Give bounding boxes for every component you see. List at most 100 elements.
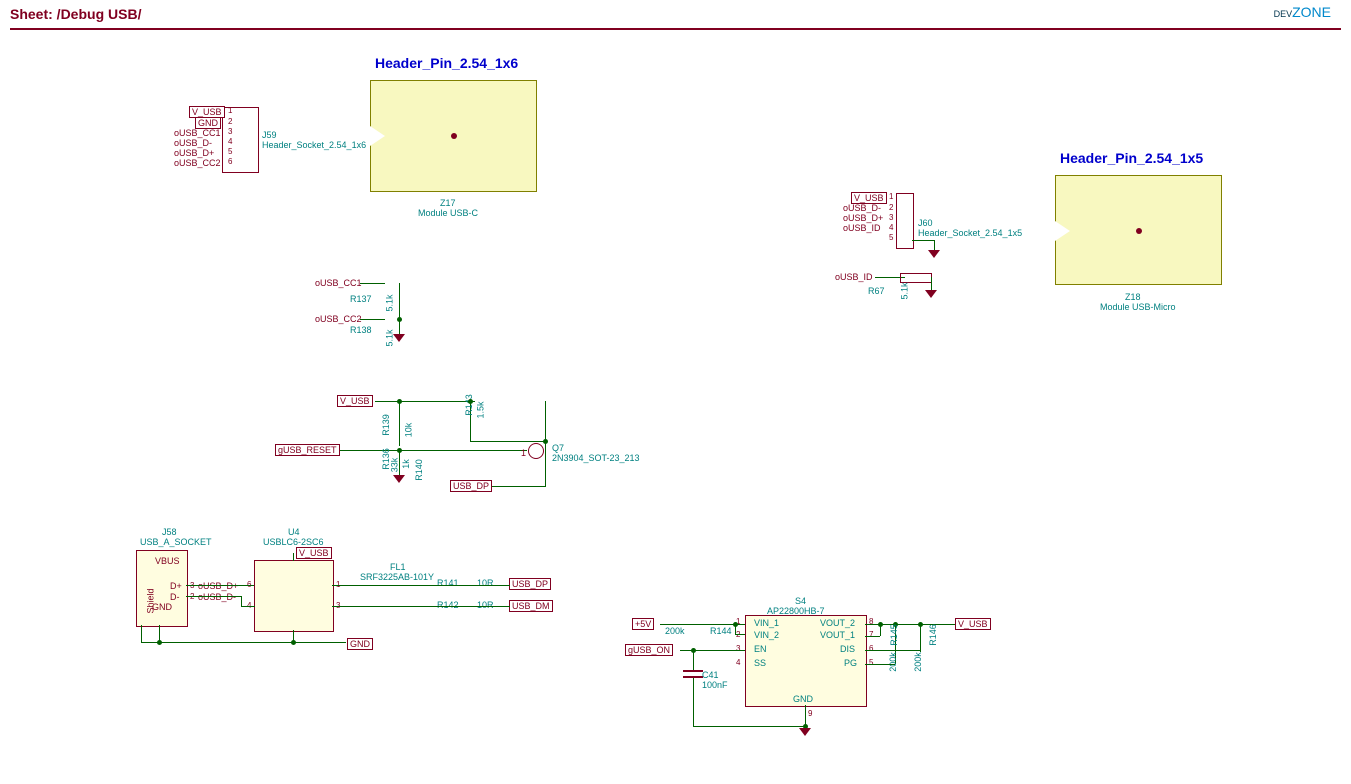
r139-ref: R139 (381, 414, 391, 436)
r67-ref: R67 (868, 286, 885, 296)
s4-vusb: V_USB (955, 618, 991, 630)
j59-ref: J59 (262, 130, 277, 140)
r67-net: oUSB_ID (835, 272, 873, 282)
j60-value: Header_Socket_2.54_1x5 (918, 228, 1022, 238)
s4-on: gUSB_ON (625, 644, 673, 656)
j60-pin-3: 3 (889, 213, 893, 222)
s4-vout1: VOUT_1 (820, 630, 855, 640)
j59-pin-2: 2 (228, 117, 232, 126)
s4-pg: PG (844, 658, 857, 668)
j58-vbus: VBUS (155, 556, 180, 566)
u4-body (254, 560, 334, 632)
j59-pin-1: 1 (228, 106, 232, 115)
j58-value: USB_A_SOCKET (140, 537, 212, 547)
gnd-symbol (925, 290, 937, 298)
fl1-ref: FL1 (390, 562, 406, 572)
header-1x5-title: Header_Pin_2.54_1x5 (1060, 150, 1203, 166)
r137-value: 5.1k (385, 294, 395, 311)
s4-p5: 5 (869, 658, 873, 667)
ousb-dp: oUSB_D+ (198, 581, 238, 591)
r138-ref: R138 (350, 325, 372, 335)
j59-pin-6: 6 (228, 157, 232, 166)
r146-val: 200k (913, 652, 923, 672)
r140-val: 33k (389, 458, 399, 473)
r137-net: oUSB_CC1 (315, 278, 362, 288)
r141-val: 10R (477, 578, 494, 588)
j58-dminus: D- (170, 592, 180, 602)
r139-val: 10k (403, 423, 413, 438)
z18-ref: Z18 (1125, 292, 1141, 302)
q7-reset: gUSB_RESET (275, 444, 340, 456)
r142-net: USB_DM (509, 600, 553, 612)
z17-ref: Z17 (440, 198, 456, 208)
j59-net-3: oUSB_CC1 (174, 128, 221, 138)
z17-module (370, 80, 537, 192)
q7-dp: USB_DP (450, 480, 492, 492)
q7-transistor (528, 443, 544, 459)
q7-base-pin: 1 (521, 448, 526, 458)
j59-pin-4: 4 (228, 137, 232, 146)
c41-ref: C41 (702, 670, 719, 680)
r137-ref: R137 (350, 294, 372, 304)
s4-p9: 9 (808, 709, 812, 718)
j60-ref: J60 (918, 218, 933, 228)
sheet-title: Sheet: /Debug USB/ (0, 0, 1351, 28)
j58-dplus: D+ (170, 581, 182, 591)
gnd-symbol (928, 250, 940, 258)
logo-dev: DEV (1274, 9, 1293, 19)
z17-value: Module USB-C (418, 208, 478, 218)
j59-net-6: oUSB_CC2 (174, 158, 221, 168)
gnd-symbol (393, 334, 405, 342)
r143-val: 1.5k (476, 401, 486, 418)
r142-val: 10R (477, 600, 494, 610)
r143-ref: R143 (464, 394, 474, 416)
j59-net-4: oUSB_D- (174, 138, 212, 148)
logo-zone: ZONE (1292, 4, 1331, 20)
r138-net: oUSB_CC2 (315, 314, 362, 324)
z18-value: Module USB-Micro (1100, 302, 1176, 312)
devzone-logo: DEVZONE (1274, 4, 1331, 20)
j58-gnd: GND (152, 602, 172, 612)
u4-value: USBLC6-2SC6 (263, 537, 324, 547)
gnd-symbol (393, 475, 405, 483)
divider (10, 28, 1341, 30)
s4-p4: 4 (736, 658, 740, 667)
u4-ref: U4 (288, 527, 300, 537)
s4-gnd: GND (793, 694, 813, 704)
c41-val: 100nF (702, 680, 728, 690)
u4-vusb: V_USB (296, 547, 332, 559)
q7-ref: Q7 (552, 443, 564, 453)
j59-pin-3: 3 (228, 127, 232, 136)
j59-net-5: oUSB_D+ (174, 148, 214, 158)
r145-val: 200k (888, 652, 898, 672)
r141-ref: R141 (437, 578, 459, 588)
j60-net-2: oUSB_D- (843, 203, 881, 213)
s4-dis: DIS (840, 644, 855, 654)
r67-value: 5.1k (900, 282, 910, 299)
z18-module (1055, 175, 1222, 285)
c41-plate1 (683, 670, 703, 672)
r140-ref: R140 (414, 459, 424, 481)
r145-ref: R145 (889, 624, 899, 646)
u4-gnd: GND (347, 638, 373, 650)
r146-ref: R146 (928, 624, 938, 646)
fl1-value: SRF3225AB-101Y (360, 572, 434, 582)
s4-p7: 7 (869, 630, 873, 639)
j60-pin-2: 2 (889, 203, 893, 212)
s4-5v: +5V (632, 618, 654, 630)
s4-p6: 6 (869, 644, 873, 653)
j59-value: Header_Socket_2.54_1x6 (262, 140, 366, 150)
j60-pin-1: 1 (889, 192, 893, 201)
j60-pin-4: 4 (889, 223, 893, 232)
j58-ref: J58 (162, 527, 177, 537)
r144-ref: R144 (710, 626, 732, 636)
j59-pin-5: 5 (228, 147, 232, 156)
ousb-dm: oUSB_D- (198, 592, 236, 602)
r136-val: 1k (401, 459, 411, 469)
s4-ss: SS (754, 658, 766, 668)
r142-ref: R142 (437, 600, 459, 610)
gnd-symbol (799, 728, 811, 736)
s4-ref: S4 (795, 596, 806, 606)
j60-net-3: oUSB_D+ (843, 213, 883, 223)
s4-en: EN (754, 644, 767, 654)
